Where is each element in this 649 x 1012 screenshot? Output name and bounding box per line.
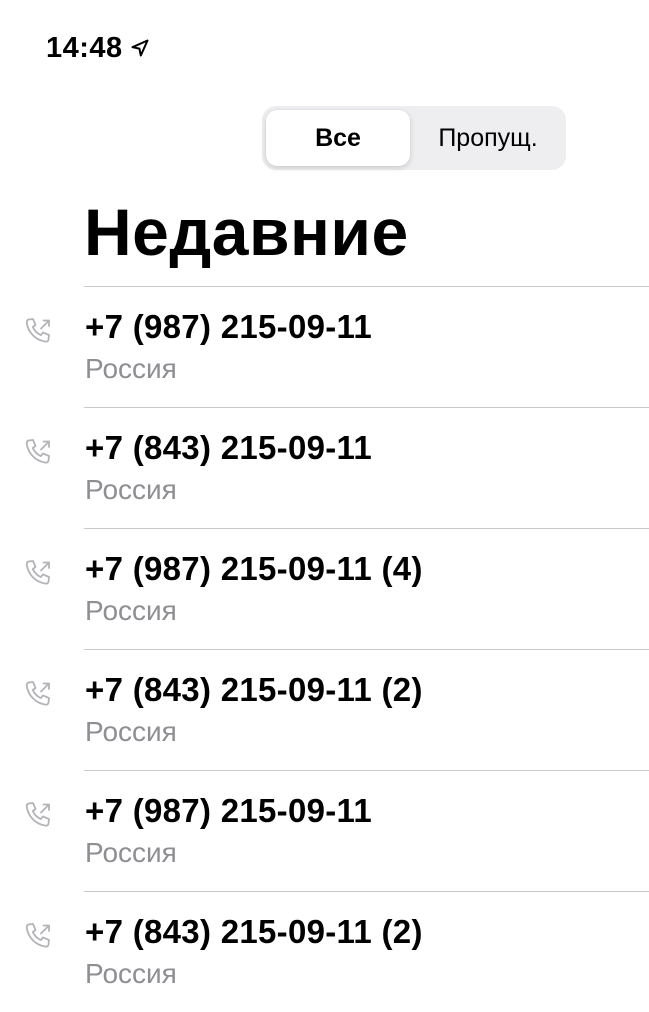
call-row[interactable]: +7 (843) 215-09-11 Россия	[0, 407, 649, 528]
recents-filter-segmented-control: Все Пропущ.	[262, 106, 566, 170]
call-number: +7 (987) 215-09-11	[85, 308, 373, 345]
call-location: Россия	[85, 353, 177, 384]
location-arrow-icon	[131, 39, 149, 57]
call-row[interactable]: +7 (843) 215-09-11 (2) Россия	[0, 891, 649, 1012]
outgoing-call-icon	[24, 921, 54, 951]
call-location: Россия	[85, 716, 177, 747]
call-location: Россия	[85, 595, 177, 626]
call-row[interactable]: +7 (843) 215-09-11 (2) Россия	[0, 649, 649, 770]
status-time: 14:48	[46, 31, 123, 64]
call-location: Россия	[85, 474, 177, 505]
outgoing-call-icon	[24, 437, 54, 467]
call-row[interactable]: +7 (987) 215-09-11 (4) Россия	[0, 528, 649, 649]
call-number: +7 (843) 215-09-11 (2)	[85, 671, 423, 708]
call-row[interactable]: +7 (987) 215-09-11 Россия	[0, 286, 649, 407]
call-row[interactable]: +7 (987) 215-09-11 Россия	[0, 770, 649, 891]
call-number: +7 (987) 215-09-11	[85, 792, 373, 829]
call-location: Россия	[85, 837, 177, 868]
call-location: Россия	[85, 958, 177, 989]
outgoing-call-icon	[24, 679, 54, 709]
outgoing-call-icon	[24, 316, 54, 346]
segment-all[interactable]: Все	[266, 110, 410, 166]
outgoing-call-icon	[24, 800, 54, 830]
page-title: Недавние	[84, 195, 409, 269]
call-number: +7 (843) 215-09-11	[85, 429, 373, 466]
recent-calls-list: +7 (987) 215-09-11 Россия +7 (843) 215-0…	[0, 286, 649, 1012]
segment-missed[interactable]: Пропущ.	[414, 110, 562, 166]
outgoing-call-icon	[24, 558, 54, 588]
call-number: +7 (843) 215-09-11 (2)	[85, 913, 423, 950]
call-number: +7 (987) 215-09-11 (4)	[85, 550, 423, 587]
status-bar: 14:48	[46, 28, 149, 68]
